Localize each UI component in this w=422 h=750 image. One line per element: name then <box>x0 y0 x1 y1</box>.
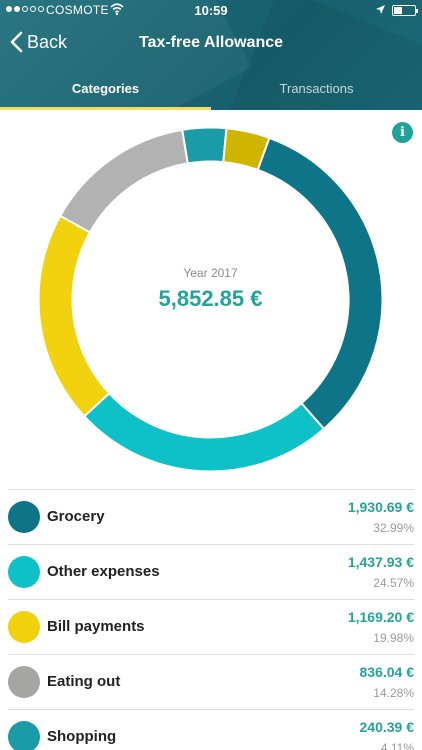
category-color-dot <box>8 501 40 533</box>
page-title: Tax-free Allowance <box>138 34 284 51</box>
category-name: Bill payments <box>47 618 145 635</box>
category-list: Grocery 1,930.69 € 32.99% Other expenses… <box>8 489 414 750</box>
donut-slice-other-expenses[interactable] <box>82 391 326 473</box>
clock: 10:59 <box>194 3 228 18</box>
category-amount: 1,437.93 € <box>347 554 414 570</box>
donut-chart <box>37 126 384 473</box>
tab-bar: Categories Transactions <box>0 66 422 110</box>
category-amount: 836.04 € <box>359 664 415 680</box>
category-name: Shopping <box>47 728 117 745</box>
category-percent: 19.98% <box>373 631 414 645</box>
category-percent: 4.11% <box>380 741 414 750</box>
category-color-dot <box>8 611 40 643</box>
info-icon[interactable]: i <box>392 122 413 143</box>
category-amount: 1,930.69 € <box>347 499 414 515</box>
donut-slice-grocery[interactable] <box>256 136 384 431</box>
category-amount: 1,169.20 € <box>347 609 414 625</box>
category-name: Grocery <box>47 508 105 525</box>
category-color-dot <box>8 666 40 698</box>
category-row-eating-out[interactable]: Eating out 836.04 € 14.28% <box>8 654 414 709</box>
status-bar: COSMOTE 10:59 <box>0 0 422 22</box>
category-row-shopping[interactable]: Shopping 240.39 € 4.11% <box>8 709 414 750</box>
category-row-other-expenses[interactable]: Other expenses 1,437.93 € 24.57% <box>8 544 414 599</box>
donut-slice-bill-payments[interactable] <box>37 214 111 418</box>
battery-icon <box>392 5 418 16</box>
category-color-dot <box>8 721 40 750</box>
category-percent: 24.57% <box>373 576 414 590</box>
category-percent: 14.28% <box>373 686 414 700</box>
location-arrow-icon <box>376 5 385 14</box>
app-header: COSMOTE 10:59 Back Tax-free Allowance Ca… <box>0 0 422 110</box>
category-row-bill-payments[interactable]: Bill payments 1,169.20 € 19.98% <box>8 599 414 654</box>
category-name: Eating out <box>47 673 121 690</box>
category-amount: 240.39 € <box>359 719 415 735</box>
donut-slice-shopping[interactable] <box>181 126 228 165</box>
tab-categories[interactable]: Categories <box>0 66 211 110</box>
tab-transactions[interactable]: Transactions <box>211 66 422 110</box>
category-name: Other expenses <box>47 563 160 580</box>
navigation-bar: Back Tax-free Allowance <box>0 22 422 66</box>
category-row-grocery[interactable]: Grocery 1,930.69 € 32.99% <box>8 489 414 544</box>
donut-slice-eating-out[interactable] <box>58 128 189 234</box>
category-percent: 32.99% <box>373 521 414 535</box>
category-color-dot <box>8 556 40 588</box>
